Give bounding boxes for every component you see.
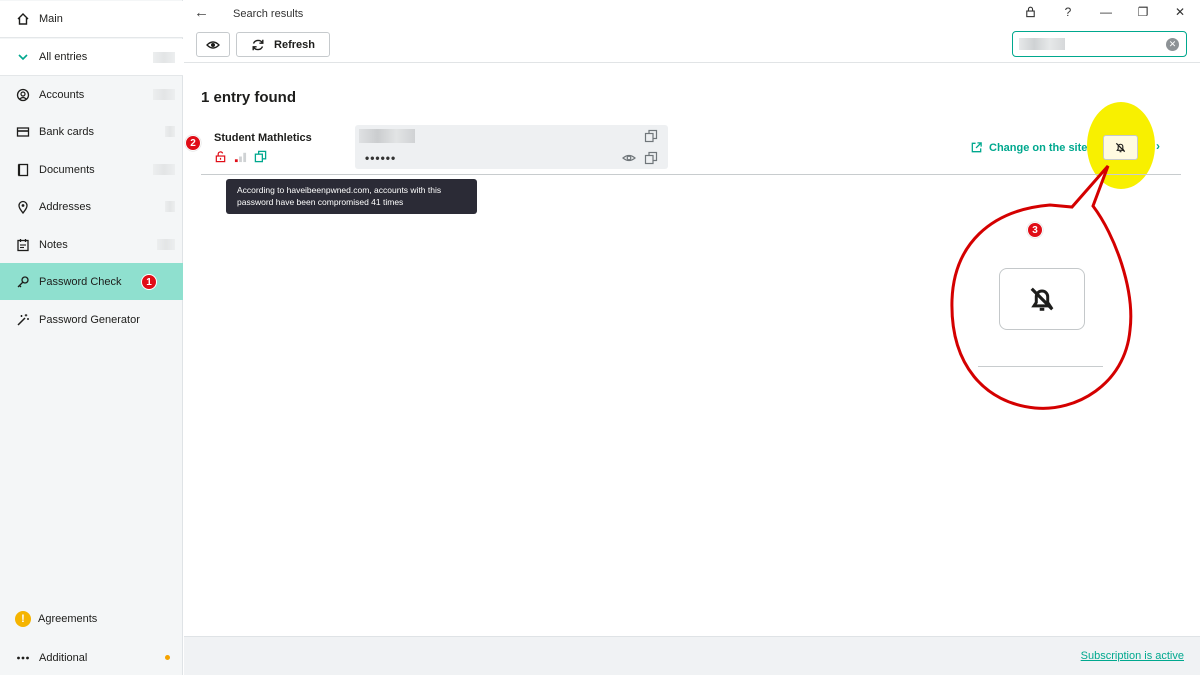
close-icon[interactable]: ✕ — [1172, 5, 1188, 21]
back-arrow-icon[interactable]: ← — [194, 4, 209, 21]
sidebar-item-all-entries[interactable]: All entries — [0, 39, 183, 76]
sidebar-item-label: All entries — [39, 51, 88, 63]
header: ← Search results ? — ❐ ✕ Refresh ✕ — [184, 0, 1200, 63]
sidebar-item-label: Accounts — [39, 88, 85, 101]
sidebar-item-label: Notes — [39, 238, 68, 251]
refresh-button[interactable]: Refresh — [236, 32, 330, 57]
unlocked-warning-icon — [214, 150, 227, 163]
annotation-marker-1: 1 — [141, 274, 157, 290]
sidebar-item-label: Password Generator — [39, 313, 140, 326]
sidebar-item-label: Password Check — [39, 275, 122, 288]
sidebar-item-password-check[interactable]: Password Check 1 — [0, 263, 183, 300]
subscription-link[interactable]: Subscription is active — [1081, 650, 1184, 662]
notes-icon — [16, 238, 30, 252]
sidebar-item-documents[interactable]: Documents — [0, 151, 183, 188]
mute-notifications-button-zoomed — [999, 268, 1085, 330]
bell-off-icon — [1026, 283, 1058, 315]
zoom-divider — [978, 366, 1103, 367]
sidebar-item-main[interactable]: Main — [0, 1, 183, 38]
eye-icon — [206, 38, 220, 52]
sidebar: Main All entries Accounts Bank cards Doc… — [0, 0, 183, 675]
more-dots-icon — [16, 651, 30, 665]
password-mask: •••••• — [365, 151, 397, 165]
copy-login-icon[interactable] — [644, 129, 658, 143]
compromised-tooltip: According to haveibeenpwned.com, account… — [226, 179, 477, 214]
account-icon — [16, 88, 30, 102]
results-count: 1 entry found — [201, 89, 297, 106]
show-passwords-button[interactable] — [196, 32, 230, 57]
annotation-marker-3: 3 — [1027, 222, 1043, 238]
chevron-right-icon[interactable]: › — [1156, 139, 1160, 153]
search-query-blurred — [1019, 38, 1065, 50]
restore-icon[interactable]: ❐ — [1135, 5, 1151, 21]
location-icon — [16, 200, 30, 214]
entry-count-blurred — [153, 164, 175, 175]
breadcrumb: Search results — [233, 8, 304, 20]
entry-count-blurred — [153, 52, 175, 63]
lock-icon[interactable] — [1022, 5, 1038, 21]
entry-status-icons — [214, 150, 267, 163]
card-icon — [16, 125, 30, 139]
annotation-marker-2: 2 — [185, 135, 201, 151]
refresh-label: Refresh — [274, 38, 315, 51]
duplicate-password-icon — [254, 150, 267, 163]
entry-count-blurred — [165, 126, 175, 137]
weak-strength-icon — [234, 150, 247, 163]
credentials-box: •••••• — [355, 125, 668, 169]
notification-dot — [165, 655, 170, 660]
login-blurred — [359, 129, 415, 143]
clear-search-icon[interactable]: ✕ — [1166, 38, 1179, 51]
sidebar-item-accounts[interactable]: Accounts — [0, 76, 183, 113]
entry-count-blurred — [153, 89, 175, 100]
home-icon — [16, 12, 30, 26]
sidebar-item-label: Addresses — [39, 200, 91, 213]
magic-wand-icon — [16, 313, 30, 327]
sidebar-item-additional[interactable]: Additional — [0, 639, 183, 675]
chevron-down-icon — [16, 50, 30, 64]
warning-icon: ! — [15, 610, 31, 627]
entry-title[interactable]: Student Mathletics — [214, 132, 312, 144]
sidebar-item-addresses[interactable]: Addresses — [0, 188, 183, 225]
sidebar-item-label: Bank cards — [39, 125, 95, 138]
sidebar-item-label: Documents — [39, 163, 95, 176]
help-icon[interactable]: ? — [1060, 5, 1076, 21]
sidebar-item-notes[interactable]: Notes — [0, 226, 183, 263]
copy-password-icon[interactable] — [644, 151, 658, 165]
search-input[interactable]: ✕ — [1012, 31, 1187, 57]
refresh-icon — [251, 38, 265, 52]
key-icon — [16, 275, 30, 289]
entry-count-blurred — [157, 239, 175, 250]
sidebar-item-password-generator[interactable]: Password Generator — [0, 301, 183, 338]
entry-count-blurred — [165, 201, 175, 212]
sidebar-item-label: Additional — [39, 651, 88, 664]
sidebar-item-label: Agreements — [38, 612, 98, 625]
document-icon — [16, 163, 30, 177]
minimize-icon[interactable]: — — [1098, 5, 1114, 21]
eye-icon[interactable] — [622, 151, 636, 165]
footer: Subscription is active — [184, 636, 1200, 675]
sidebar-item-agreements[interactable]: ! Agreements — [0, 600, 183, 637]
sidebar-item-label: Main — [39, 13, 63, 25]
sidebar-item-bank-cards[interactable]: Bank cards — [0, 113, 183, 150]
